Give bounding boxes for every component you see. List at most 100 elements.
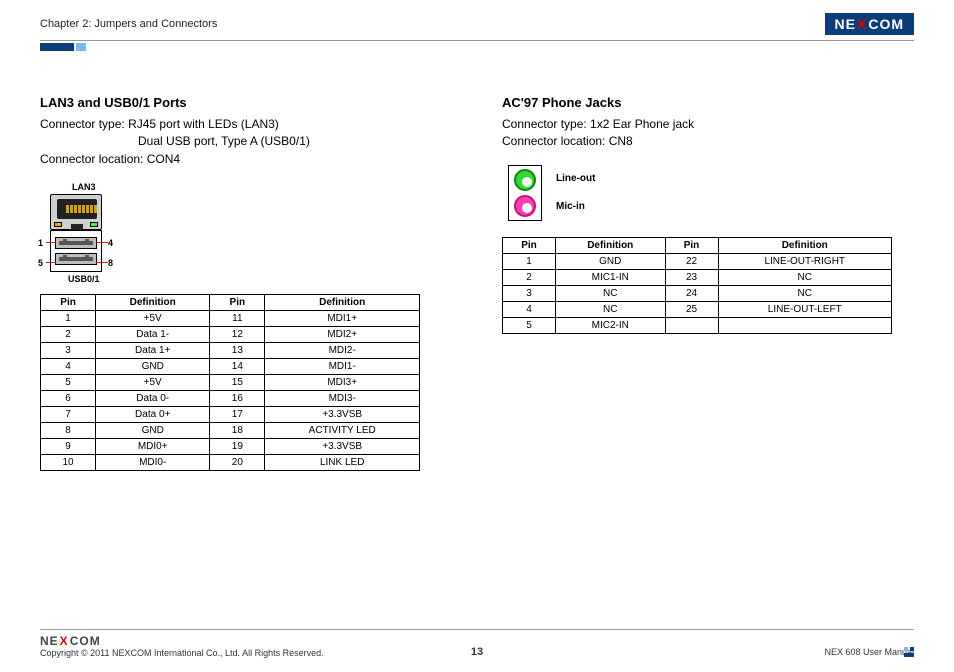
manual-name: NEX 608 User Manual (774, 647, 914, 657)
logo-x-icon: X (857, 16, 867, 32)
rj45-led-left-icon (54, 222, 62, 227)
th-pin: Pin (503, 237, 556, 253)
cell: 3 (41, 343, 96, 359)
section-title-ac97: AC'97 Phone Jacks (502, 95, 914, 110)
cell: 5 (41, 375, 96, 391)
table-row: 7Data 0+17+3.3VSB (41, 407, 420, 423)
page-footer: NE X COM Copyright © 2011 NEXCOM Interna… (40, 629, 914, 658)
pin-label-4: 4 (108, 238, 113, 248)
page-header: Chapter 2: Jumpers and Connectors NE X C… (40, 12, 914, 36)
logo-text-post: COM (70, 634, 101, 648)
connector-location-left: Connector location: CON4 (40, 151, 452, 168)
section-title-lan-usb: LAN3 and USB0/1 Ports (40, 95, 452, 110)
footer-rule (40, 629, 914, 630)
cell: Data 1+ (96, 343, 210, 359)
logo-text-pre: NE (40, 634, 59, 648)
cell: 9 (41, 439, 96, 455)
pin-label-1: 1 (38, 238, 43, 248)
cell: 12 (210, 327, 265, 343)
logo-text-post: COM (868, 16, 904, 32)
cell: 3 (503, 285, 556, 301)
cell: ACTIVITY LED (265, 423, 420, 439)
connector-type-line2: Dual USB port, Type A (USB0/1) (40, 133, 452, 150)
cell: +5V (96, 311, 210, 327)
cell: 13 (210, 343, 265, 359)
table-row: 6Data 0-16MDI3- (41, 391, 420, 407)
cell: Data 0- (96, 391, 210, 407)
chapter-title: Chapter 2: Jumpers and Connectors (40, 18, 217, 30)
table-row: 10MDI0-20LINK LED (41, 455, 420, 471)
cell: MIC1-IN (555, 269, 665, 285)
lan3-label: LAN3 (72, 182, 452, 192)
footer-row: NE X COM Copyright © 2011 NEXCOM Interna… (40, 634, 914, 658)
table-row: 5+5V15MDI3+ (41, 375, 420, 391)
th-pin2: Pin (210, 295, 265, 311)
connector-location-right: Connector location: CN8 (502, 133, 914, 150)
table-row: 4NC25LINE-OUT-LEFT (503, 301, 892, 317)
th-pin: Pin (41, 295, 96, 311)
cell: 4 (41, 359, 96, 375)
th-def: Definition (555, 237, 665, 253)
pin-label-8: 8 (108, 258, 113, 268)
cell: NC (555, 285, 665, 301)
cell: Data 1- (96, 327, 210, 343)
table-row: 2Data 1-12MDI2+ (41, 327, 420, 343)
pin-line-icon (96, 262, 108, 263)
copyright-text: Copyright © 2011 NEXCOM International Co… (40, 648, 324, 658)
th-def: Definition (96, 295, 210, 311)
table-row: 1GND22LINE-OUT-RIGHT (503, 253, 892, 269)
cell: MDI3+ (265, 375, 420, 391)
cell: MDI1+ (265, 311, 420, 327)
cell: 8 (41, 423, 96, 439)
cell: 1 (503, 253, 556, 269)
pin-line-icon (46, 262, 56, 263)
usb-dual-port-icon (50, 230, 102, 272)
cell: 20 (210, 455, 265, 471)
cell: 7 (41, 407, 96, 423)
cell: LINE-OUT-LEFT (718, 301, 892, 317)
table-row: 3Data 1+13MDI2- (41, 343, 420, 359)
cell: 25 (665, 301, 718, 317)
cell: MDI0+ (96, 439, 210, 455)
cell: NC (555, 301, 665, 317)
left-column: LAN3 and USB0/1 Ports Connector type: RJ… (40, 95, 452, 471)
connector-type-label: Connector type: (40, 117, 125, 131)
lineout-jack-icon (514, 169, 536, 191)
table-row: 1+5V11MDI1+ (41, 311, 420, 327)
cell: 2 (503, 269, 556, 285)
cell: +5V (96, 375, 210, 391)
cell: 24 (665, 285, 718, 301)
lineout-label: Line-out (556, 165, 595, 193)
table-row: 8GND18ACTIVITY LED (41, 423, 420, 439)
pin-label-5: 5 (38, 258, 43, 268)
page-number: 13 (471, 646, 483, 658)
lan-usb-diagram: LAN3 1 4 5 8 (50, 182, 452, 284)
jack-box (508, 165, 542, 221)
header-accent (40, 43, 74, 51)
table-header-row: Pin Definition Pin Definition (41, 295, 420, 311)
cell: MDI0- (96, 455, 210, 471)
cell: 10 (41, 455, 96, 471)
th-def2: Definition (265, 295, 420, 311)
cell: 1 (41, 311, 96, 327)
connector-type-right: Connector type: 1x2 Ear Phone jack (502, 116, 914, 133)
cell: MDI2- (265, 343, 420, 359)
cell: 22 (665, 253, 718, 269)
cell: LINE-OUT-RIGHT (718, 253, 892, 269)
cell: LINK LED (265, 455, 420, 471)
cell: 18 (210, 423, 265, 439)
port-stack: 1 4 5 8 (50, 194, 102, 272)
brand-logo: NE X COM (825, 13, 914, 35)
footer-left: NE X COM Copyright © 2011 NEXCOM Interna… (40, 634, 324, 658)
cell: MDI3- (265, 391, 420, 407)
connector-type-value1: RJ45 port with LEDs (LAN3) (128, 117, 279, 131)
cell: +3.3VSB (265, 407, 420, 423)
table-header-row: Pin Definition Pin Definition (503, 237, 892, 253)
jack-labels: Line-out Mic-in (556, 165, 595, 221)
cell: 6 (41, 391, 96, 407)
pin-line-icon (46, 242, 56, 243)
th-pin2: Pin (665, 237, 718, 253)
cell (718, 317, 892, 333)
usb01-label: USB0/1 (68, 274, 452, 284)
connector-type-line1: Connector type: RJ45 port with LEDs (LAN… (40, 116, 452, 133)
